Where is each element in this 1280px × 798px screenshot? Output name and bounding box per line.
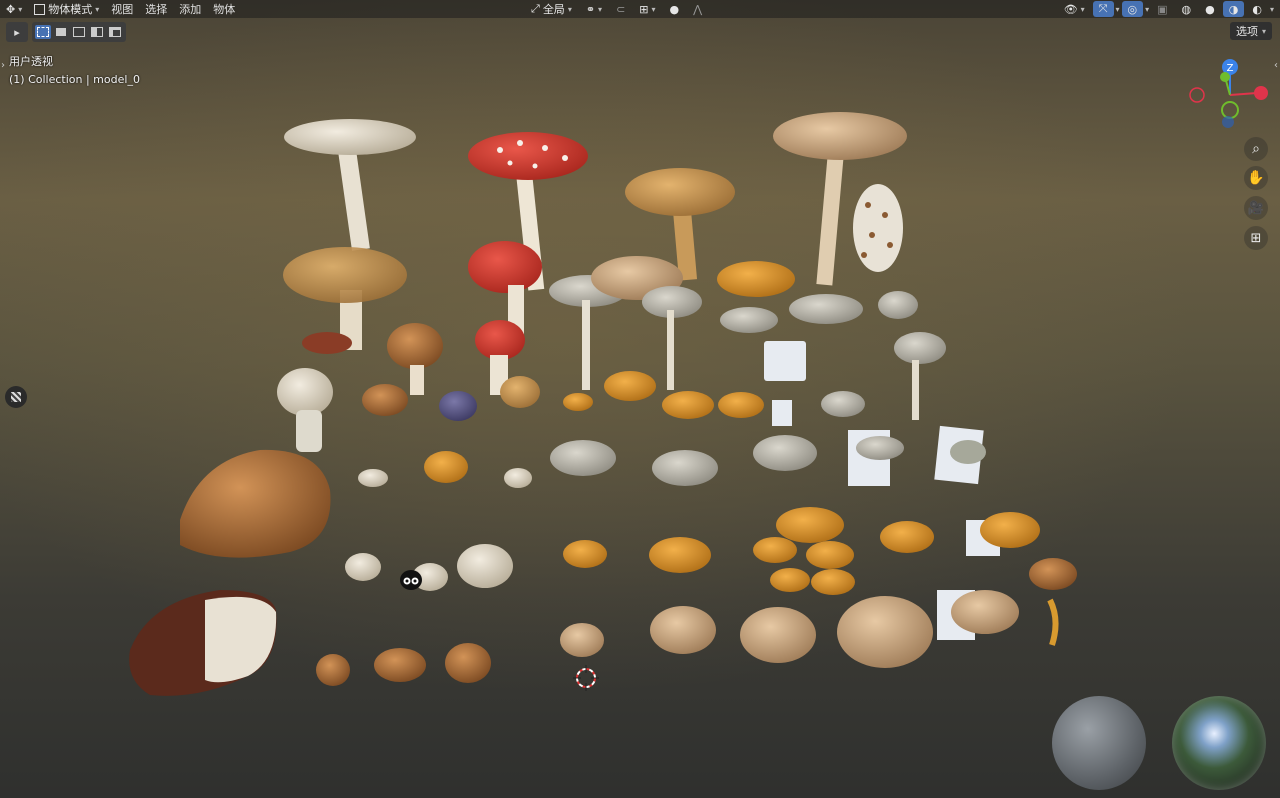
snap-target-selector[interactable]: ⊞ ▾ [633,0,661,18]
pivot-point-selector[interactable]: ⚭ ▾ [580,0,608,18]
3d-viewport[interactable] [0,0,1280,798]
gizmo-y-axis[interactable] [1220,72,1230,82]
wireframe-icon: ◍ [1181,2,1192,16]
chevron-down-icon: ▾ [1261,26,1266,36]
select-intersect-button[interactable] [107,25,123,39]
gizmo-x-axis[interactable] [1254,86,1268,100]
options-button[interactable]: 选项 ▾ [1229,22,1272,40]
checker-icon [11,392,21,402]
select-new-button[interactable] [35,25,51,39]
chevron-down-icon[interactable]: ▾ [1145,5,1149,14]
proportional-editing-toggle[interactable]: ● [664,0,686,18]
overlays-icon: ◎ [1127,2,1138,16]
select-invert-button[interactable] [89,25,105,39]
eye-icon: 👁 [1063,2,1078,16]
mushroom-scene[interactable] [0,0,1280,798]
mode-selector[interactable]: 物体模式 ▾ [28,0,105,18]
material-preview-sphere [1052,696,1146,790]
editor-type-selector[interactable]: ✥ ▾ [0,0,28,18]
gizmo-icon: ⤧ [1098,2,1108,15]
object-mode-icon [34,3,46,15]
chevron-down-icon[interactable]: ▾ [1270,5,1274,14]
transform-orientation-selector[interactable]: ⤢ 全局 ▾ [525,0,578,18]
visibility-selector[interactable]: 👁 ▾ [1058,0,1091,18]
hdri-preview-sphere [1172,696,1266,790]
snap-toggle[interactable]: ⊂ [610,0,631,18]
orientation-icon: ⤢ [531,2,540,15]
cursor-arrow-icon: ▸ [14,25,20,39]
toolbar-expand-button[interactable] [5,386,27,408]
hand-pan-icon: ✋ [1247,170,1265,186]
grid-perspective-icon: ⊞ [1250,230,1262,246]
select-new-icon [37,27,49,37]
camera-icon: 🎥 [1247,200,1265,216]
overlays-toggle[interactable]: ◎ [1121,1,1144,17]
select-invert-icon [91,27,103,37]
3d-viewport-icon: ✥ [6,2,16,16]
gizmo-toggle[interactable]: ⤧ [1092,1,1114,17]
collection-info-label: (1) Collection | model_0 [9,73,140,86]
select-extend-icon [56,28,66,36]
pivot-icon: ⚭ [585,2,596,16]
light-object-icon[interactable] [397,566,425,592]
gizmo-z-label: Z [1227,63,1234,74]
menu-object[interactable]: 物体 [207,1,241,17]
select-subtract-icon [73,27,85,37]
navigation-gizmo[interactable]: Z [1185,55,1275,135]
toolbar-toggle-arrow[interactable]: › [1,60,5,71]
tool-settings-row: ▸ [6,21,126,43]
magnifier-zoom-icon: ⌕ [1252,141,1260,157]
menu-view[interactable]: 视图 [105,1,139,17]
chevron-down-icon: ▾ [651,4,656,14]
selection-mode-group [32,22,126,42]
pan-tool-button[interactable]: ✋ [1244,166,1268,190]
view-name-label: 用户透视 [9,55,53,68]
gizmo-neg-z-axis[interactable] [1222,116,1234,128]
proportional-dot-icon: ● [669,2,680,16]
viewport-header: ✥ ▾ 物体模式 ▾ 视图 选择 添加 物体 ⤢ 全局 ▾ ⚭ ▾ ⊂ ⊞ ▾ ● ⋀ [0,0,1280,18]
shading-wireframe[interactable]: ◍ [1176,0,1198,18]
chevron-down-icon[interactable]: ▾ [1116,5,1120,14]
viewport-info: 用户透视 (1) Collection | model_0 [9,53,140,89]
select-subtract-button[interactable] [71,25,87,39]
chevron-down-icon: ▾ [567,4,572,14]
solid-icon: ● [1205,2,1215,16]
shading-material[interactable]: ◑ [1222,1,1245,17]
mode-label: 物体模式 [48,3,93,16]
menu-select[interactable]: 选择 [139,1,173,17]
gizmo-neg-x-axis[interactable] [1189,87,1205,103]
camera-view-button[interactable]: 🎥 [1244,196,1268,220]
select-intersect-icon [109,27,121,37]
chevron-down-icon: ▾ [18,4,23,14]
xray-toggle[interactable]: ▣ [1151,0,1173,18]
perspective-toggle-button[interactable]: ⊞ [1244,226,1268,250]
snap-increment-icon: ⊞ [639,2,649,16]
orientation-label: 全局 [542,3,565,16]
material-preview-icon: ◑ [1228,2,1239,16]
active-tool-button[interactable]: ▸ [6,22,28,42]
select-extend-button[interactable] [53,25,69,39]
falloff-curve-icon: ⋀ [693,2,703,16]
chevron-down-icon: ▾ [95,4,100,14]
gizmo-neg-y-axis[interactable] [1221,101,1239,119]
zoom-tool-button[interactable]: ⌕ [1244,137,1268,161]
options-label: 选项 [1235,25,1258,38]
shading-solid[interactable]: ● [1199,0,1221,18]
proportional-falloff-selector[interactable]: ⋀ [687,0,708,18]
magnet-icon: ⊂ [616,2,626,16]
menu-add[interactable]: 添加 [173,1,207,17]
shading-rendered[interactable]: ◐ [1246,0,1268,18]
chevron-down-icon: ▾ [1080,4,1085,14]
xray-icon: ▣ [1157,2,1168,16]
chevron-down-icon: ▾ [598,4,603,14]
rendered-icon: ◐ [1252,2,1262,16]
3d-cursor-icon [573,665,599,691]
